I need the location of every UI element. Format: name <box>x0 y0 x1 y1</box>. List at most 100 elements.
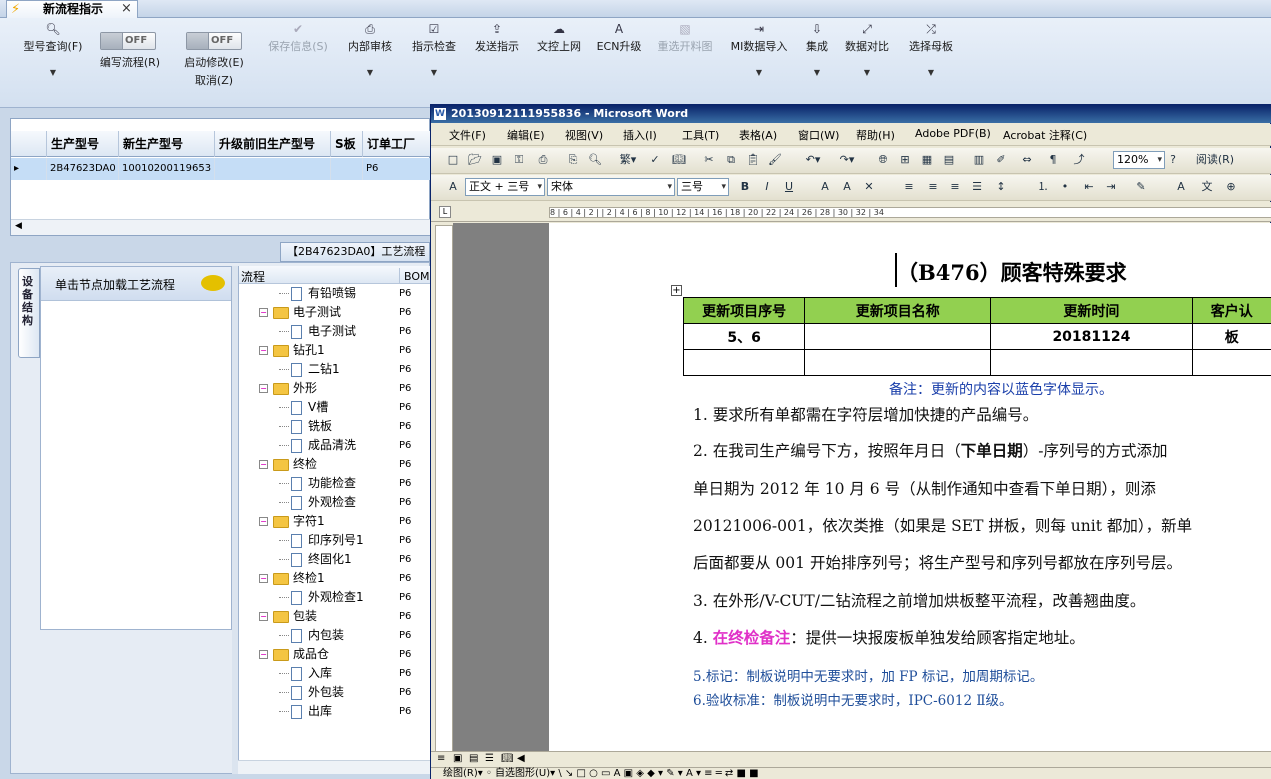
decrease-indent-icon[interactable]: ⇤ <box>1081 179 1097 195</box>
collapse-icon[interactable]: − <box>259 650 268 659</box>
document-map-icon[interactable]: ⇔ <box>1019 152 1035 168</box>
traditional-chinese-icon[interactable]: 繁▾ <box>615 152 641 168</box>
hyperlink-icon[interactable]: 🌐︎ <box>875 152 891 168</box>
tab-selector-icon[interactable]: L <box>439 206 451 218</box>
send-instruction-button[interactable]: ⇪ 发送指示 <box>470 22 524 54</box>
tree-scrollbar[interactable] <box>238 760 430 774</box>
menu-adobe-pdf[interactable]: Adobe PDF(B) <box>915 127 991 140</box>
mi-data-import-button[interactable]: ⇥ MI数据导入 ▼ <box>726 22 792 77</box>
spelling-icon[interactable]: ✓ <box>647 152 663 168</box>
tree-node-step[interactable]: 铣板 <box>279 417 332 436</box>
insert-table-icon[interactable]: ▦ <box>919 152 935 168</box>
open-folder-icon[interactable]: 📂︎ <box>467 152 483 168</box>
tree-node-step[interactable]: 外观检查1 <box>279 588 364 607</box>
font-color-icon[interactable]: A <box>1173 179 1189 195</box>
tree-node-folder[interactable]: − 电子测试 <box>259 303 341 322</box>
tree-node-step[interactable]: 成品清洗 <box>279 436 356 455</box>
char-border-icon[interactable]: A <box>817 179 833 195</box>
align-center-icon[interactable]: ≡ <box>925 179 941 195</box>
collapse-icon[interactable]: − <box>259 384 268 393</box>
numbering-icon[interactable]: ⒈ <box>1035 179 1051 195</box>
tree-node-step[interactable]: V槽 <box>279 398 328 417</box>
collapse-icon[interactable]: − <box>259 517 268 526</box>
justify-icon[interactable]: ☰ <box>969 179 985 195</box>
instruction-check-button[interactable]: ☑ 指示检查 ▼ <box>408 22 460 77</box>
menu-acrobat-comment[interactable]: Acrobat 注释(C) <box>1003 127 1087 143</box>
tab-equipment-structure[interactable]: 设备结构 <box>18 268 40 358</box>
tree-node-step[interactable]: 印序列号1 <box>279 531 364 550</box>
increase-indent-icon[interactable]: ⇥ <box>1103 179 1119 195</box>
tree-node-folder[interactable]: − 钻孔1 <box>259 341 325 360</box>
edit-flow-toggle[interactable]: OFF 编写流程(R) <box>94 22 166 70</box>
tree-node-step[interactable]: 入库 <box>279 664 332 683</box>
normal-view-icon[interactable]: ≡ <box>437 753 445 764</box>
print-preview-icon[interactable]: ⎘ <box>565 152 581 168</box>
research-icon[interactable]: 📖︎ <box>671 152 687 168</box>
tree-node-folder[interactable]: − 终检1 <box>259 569 325 588</box>
horizontal-scrollbar[interactable]: ◀ <box>11 219 431 235</box>
print-icon[interactable]: ⎙ <box>535 152 551 168</box>
chevron-down-icon[interactable]: ▼ <box>904 68 958 77</box>
ecn-upgrade-button[interactable]: A ECN升级 <box>594 22 644 54</box>
tree-node-step[interactable]: 外包装 <box>279 683 344 702</box>
cancel-label[interactable]: 取消(Z) <box>178 72 250 88</box>
tree-node-step[interactable]: 内包装 <box>279 626 344 645</box>
new-doc-icon[interactable]: □ <box>445 152 461 168</box>
menu-edit[interactable]: 编辑(E) <box>507 127 545 143</box>
help-icon[interactable]: ? <box>1165 152 1181 168</box>
bold-icon[interactable]: B <box>737 179 753 195</box>
row-selector-header[interactable] <box>11 131 47 157</box>
toggle-switch[interactable]: OFF <box>100 32 156 50</box>
menu-help[interactable]: 帮助(H) <box>856 127 895 143</box>
save-icon[interactable]: ▣ <box>489 152 505 168</box>
zoom-select[interactable]: 120% <box>1113 151 1165 169</box>
read-button[interactable]: 阅读(R) <box>1183 152 1247 168</box>
bullets-icon[interactable]: • <box>1057 179 1073 195</box>
char-shading-icon[interactable]: A <box>839 179 855 195</box>
styles-pane-icon[interactable]: A <box>445 179 461 195</box>
web-view-icon[interactable]: ▣ <box>453 753 462 764</box>
doc-control-upload-button[interactable]: ☁ 文控上网 <box>533 22 585 54</box>
tree-node-folder[interactable]: − 终检 <box>259 455 317 474</box>
align-right-icon[interactable]: ≡ <box>947 179 963 195</box>
tree-node-step[interactable]: 终固化1 <box>279 550 352 569</box>
col-model[interactable]: 生产型号 <box>47 131 119 157</box>
table-row[interactable]: ▸ 2B47623DA0 10010200119653 P6 <box>11 158 431 180</box>
table-move-handle-icon[interactable]: + <box>671 285 682 296</box>
save-info-button[interactable]: ✔ 保存信息(S) <box>264 22 332 54</box>
tables-borders-icon[interactable]: ⊞ <box>897 152 913 168</box>
tree-node-step[interactable]: 功能检查 <box>279 474 356 493</box>
tree-node-folder[interactable]: − 字符1 <box>259 512 325 531</box>
toggle-switch[interactable]: OFF <box>186 32 242 50</box>
integrate-button[interactable]: ⇩ 集成 ▼ <box>800 22 834 77</box>
chevron-down-icon[interactable]: ▼ <box>408 68 460 77</box>
font-select[interactable]: 宋体 <box>547 178 675 196</box>
scroll-left-icon[interactable]: ◀ <box>15 221 22 231</box>
menu-table[interactable]: 表格(A) <box>739 127 777 143</box>
col-new-model[interactable]: 新生产型号 <box>119 131 215 157</box>
highlight-icon[interactable]: ✎ <box>1133 179 1149 195</box>
process-tab[interactable]: 【2B47623DA0】工艺流程 <box>280 242 430 262</box>
phonetic-guide-icon[interactable]: 文 <box>1199 179 1215 195</box>
model-query-button[interactable]: 🔍︎ 型号查询(F) ▼ <box>18 22 88 77</box>
col-old-model[interactable]: 升级前旧生产型号 <box>215 131 331 157</box>
internal-review-button[interactable]: ⎙ 内部审核 ▼ <box>344 22 396 77</box>
reading-view-icon[interactable]: 📖︎ <box>501 753 514 764</box>
permission-icon[interactable]: ⚿ <box>511 152 527 168</box>
col-order-factory[interactable]: 订单工厂 <box>363 131 431 157</box>
underline-icon[interactable]: U <box>781 179 797 195</box>
menu-file[interactable]: 文件(F) <box>449 127 486 143</box>
collapse-icon[interactable]: − <box>259 460 268 469</box>
tree-node-folder[interactable]: − 成品仓 <box>259 645 329 664</box>
tree-node-step[interactable]: 外观检查 <box>279 493 356 512</box>
drawing-toolbar[interactable]: 绘图(R)▾ ◦ 自选图形(U)▾ \ ↘ □ ○ ▭ A ▣ ◈ ◆ ▾ ✎ … <box>431 767 1271 779</box>
scroll-left-icon[interactable]: ◀ <box>517 753 525 764</box>
outline-view-icon[interactable]: ☰ <box>485 753 494 764</box>
close-icon[interactable]: × <box>121 1 132 17</box>
columns-icon[interactable]: ▥ <box>971 152 987 168</box>
col-s-board[interactable]: S板 <box>331 131 363 157</box>
insert-excel-icon[interactable]: ▤ <box>941 152 957 168</box>
redo-icon[interactable]: ↷▾ <box>833 152 861 168</box>
menu-window[interactable]: 窗口(W) <box>798 127 839 143</box>
tree-node-step[interactable]: 电子测试 <box>279 322 356 341</box>
